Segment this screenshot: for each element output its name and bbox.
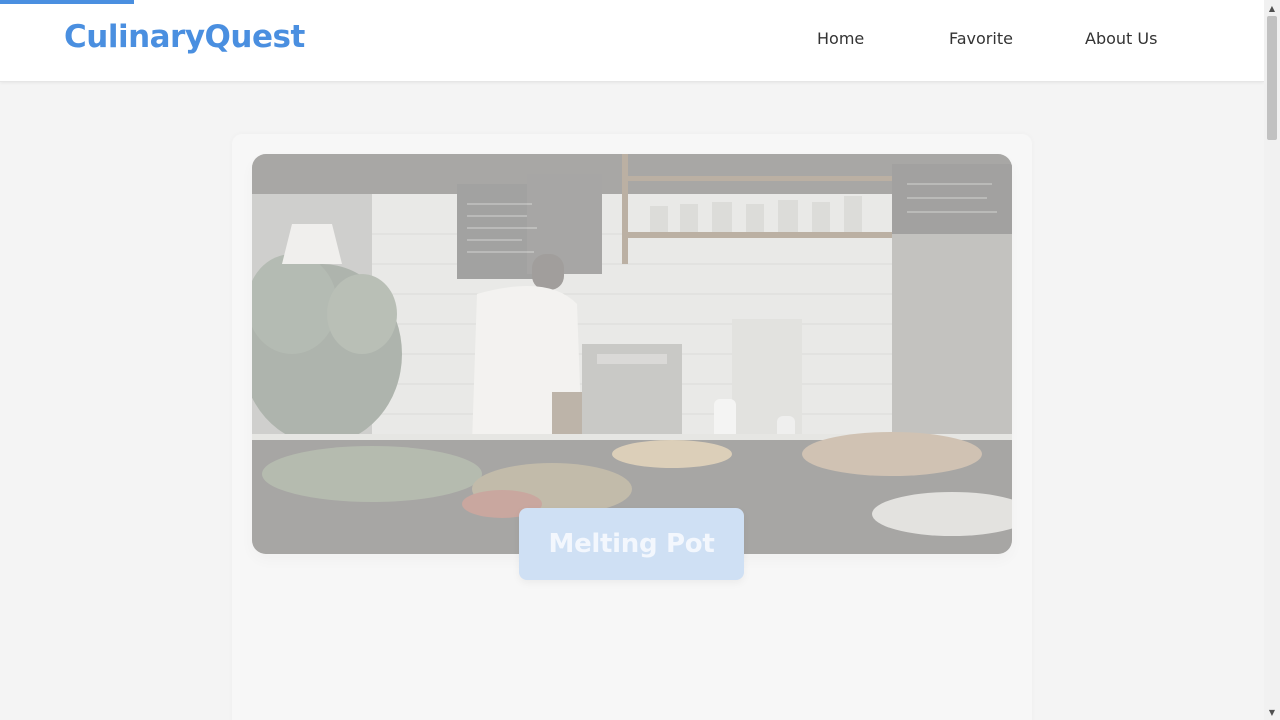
navbar: CulinaryQuest Home Favorite About Us <box>0 0 1264 82</box>
page-load-progress-bar <box>0 0 135 4</box>
scroll-up-arrow-icon[interactable]: ▲ <box>1264 0 1280 16</box>
scrollbar-thumb[interactable] <box>1267 16 1277 140</box>
nav-link-about-us[interactable]: About Us <box>1085 29 1157 48</box>
hero-image <box>252 154 1012 554</box>
page-scrollbar[interactable]: ▲ ▼ <box>1264 0 1280 720</box>
hero-caption[interactable]: Melting Pot <box>519 508 744 580</box>
scroll-down-arrow-icon[interactable]: ▼ <box>1264 704 1280 720</box>
nav-link-favorite[interactable]: Favorite <box>949 29 1013 48</box>
brand-logo[interactable]: CulinaryQuest <box>64 19 305 55</box>
nav-link-home[interactable]: Home <box>817 29 864 48</box>
